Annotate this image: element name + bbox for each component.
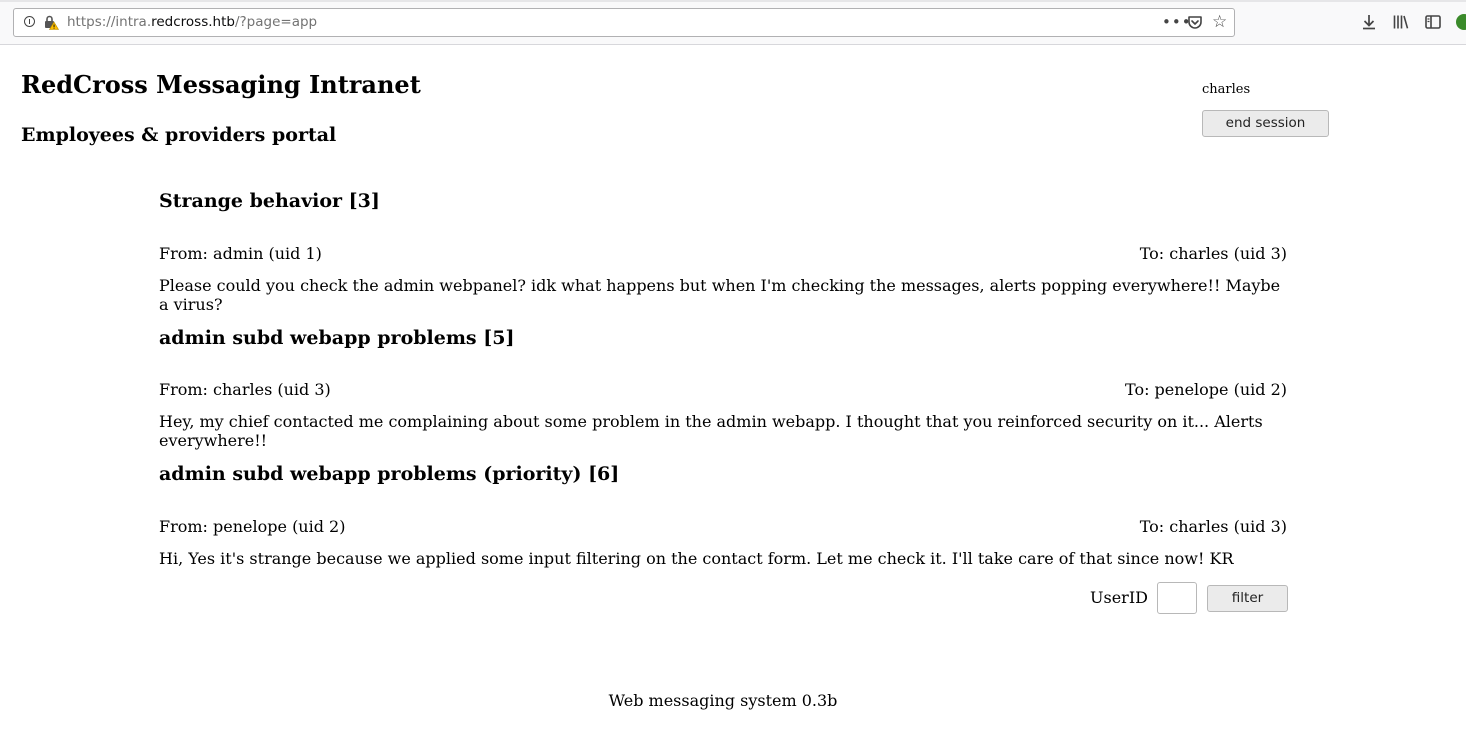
message-title: admin subd webapp problems (priority) [6… bbox=[159, 463, 620, 485]
message-body: Hey, my chief contacted me complaining a… bbox=[159, 412, 1263, 450]
extension-icon[interactable] bbox=[1456, 14, 1466, 30]
footer-text: Web messaging system 0.3b bbox=[608, 691, 838, 710]
page-subtitle: Employees & providers portal bbox=[21, 124, 337, 146]
downloads-icon[interactable] bbox=[1360, 13, 1378, 31]
message-to: To: penelope (uid 2) bbox=[1125, 380, 1287, 399]
sidebar-icon[interactable] bbox=[1424, 13, 1442, 31]
message-to: To: charles (uid 3) bbox=[1139, 244, 1287, 263]
userid-label: UserID bbox=[1090, 588, 1148, 607]
library-icon[interactable] bbox=[1392, 13, 1410, 31]
message-from: From: penelope (uid 2) bbox=[159, 517, 346, 536]
tab-strip-edge bbox=[0, 0, 1466, 2]
logged-in-username: charles bbox=[1202, 82, 1251, 97]
end-session-button[interactable]: end session bbox=[1202, 110, 1329, 137]
message-title: admin subd webapp problems [5] bbox=[159, 327, 515, 349]
message-from: From: admin (uid 1) bbox=[159, 244, 322, 263]
url-host: redcross.htb bbox=[151, 14, 235, 30]
filter-button[interactable]: filter bbox=[1207, 585, 1288, 612]
message-to: To: charles (uid 3) bbox=[1139, 517, 1287, 536]
url-prefix: https://intra. bbox=[67, 14, 152, 30]
message-from: From: charles (uid 3) bbox=[159, 380, 331, 399]
userid-input[interactable] bbox=[1157, 582, 1197, 614]
message-title: Strange behavior [3] bbox=[159, 190, 380, 212]
url-text[interactable]: https://intra.redcross.htb/?page=app bbox=[67, 14, 317, 30]
message-body: Please could you check the admin webpane… bbox=[159, 276, 1281, 314]
url-path: /?page=app bbox=[234, 14, 318, 30]
site-info-icon[interactable] bbox=[24, 16, 35, 27]
pocket-icon[interactable] bbox=[1187, 15, 1203, 31]
message-body: Hi, Yes it's strange because we applied … bbox=[159, 549, 1234, 568]
browser-toolbar: https://intra.redcross.htb/?page=app •••… bbox=[0, 0, 1466, 45]
insecure-lock-icon[interactable] bbox=[43, 14, 59, 30]
address-bar[interactable]: https://intra.redcross.htb/?page=app •••… bbox=[13, 8, 1235, 37]
page-title: RedCross Messaging Intranet bbox=[21, 70, 421, 99]
bookmark-star-icon[interactable]: ☆ bbox=[1212, 12, 1227, 32]
